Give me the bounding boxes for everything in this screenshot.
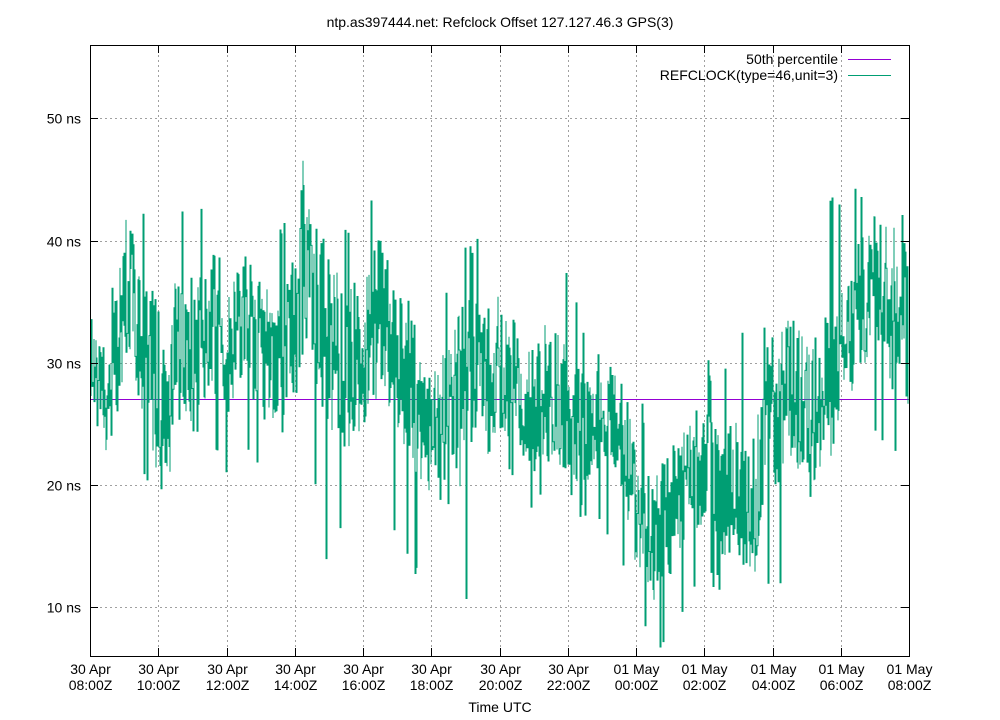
x-tick-time-label: 12:00Z — [206, 677, 250, 693]
x-axis-label: Time UTC — [468, 699, 531, 715]
x-tick-time-label: 08:00Z — [69, 677, 113, 693]
y-tick-label: 30 ns — [47, 356, 81, 372]
x-tick-date-label: 30 Apr — [343, 661, 384, 677]
x-tick-time-label: 22:00Z — [547, 677, 591, 693]
legend-label: 50th percentile — [746, 51, 838, 67]
x-tick-date-label: 30 Apr — [480, 661, 521, 677]
x-tick-time-label: 10:00Z — [137, 677, 181, 693]
y-tick-label: 40 ns — [47, 234, 81, 250]
x-tick-date-label: 30 Apr — [275, 661, 316, 677]
x-tick-time-label: 20:00Z — [479, 677, 523, 693]
y-tick-label: 50 ns — [47, 111, 81, 127]
legend-label: REFCLOCK(type=46,unit=3) — [660, 67, 838, 83]
legend: 50th percentileREFCLOCK(type=46,unit=3) — [660, 51, 891, 83]
x-tick-time-label: 16:00Z — [342, 677, 386, 693]
x-tick-time-label: 18:00Z — [410, 677, 454, 693]
x-tick-date-label: 30 Apr — [548, 661, 589, 677]
x-tick-date-label: 30 Apr — [411, 661, 452, 677]
chart-container: ntp.as397444.net: Refclock Offset 127.12… — [0, 0, 1000, 720]
x-tick-time-label: 08:00Z — [888, 677, 932, 693]
x-tick-date-label: 01 May — [751, 661, 797, 677]
x-tick-date-label: 01 May — [819, 661, 865, 677]
y-tick-label: 20 ns — [47, 478, 81, 494]
offset-line-chart: ntp.as397444.net: Refclock Offset 127.12… — [47, 14, 933, 715]
x-tick-date-label: 01 May — [614, 661, 660, 677]
x-tick-time-label: 04:00Z — [752, 677, 796, 693]
x-tick-date-label: 30 Apr — [207, 661, 248, 677]
x-tick-time-label: 00:00Z — [615, 677, 659, 693]
x-tick-date-label: 01 May — [887, 661, 933, 677]
x-tick-date-label: 30 Apr — [138, 661, 179, 677]
series-layer — [90, 160, 909, 648]
x-tick-time-label: 02:00Z — [683, 677, 727, 693]
x-tick-time-label: 06:00Z — [820, 677, 864, 693]
refclock-offset-line — [90, 160, 909, 648]
x-tick-date-label: 30 Apr — [70, 661, 111, 677]
x-tick-date-label: 01 May — [682, 661, 728, 677]
y-tick-label: 10 ns — [47, 600, 81, 616]
chart-title: ntp.as397444.net: Refclock Offset 127.12… — [327, 14, 674, 30]
x-tick-time-label: 14:00Z — [274, 677, 318, 693]
